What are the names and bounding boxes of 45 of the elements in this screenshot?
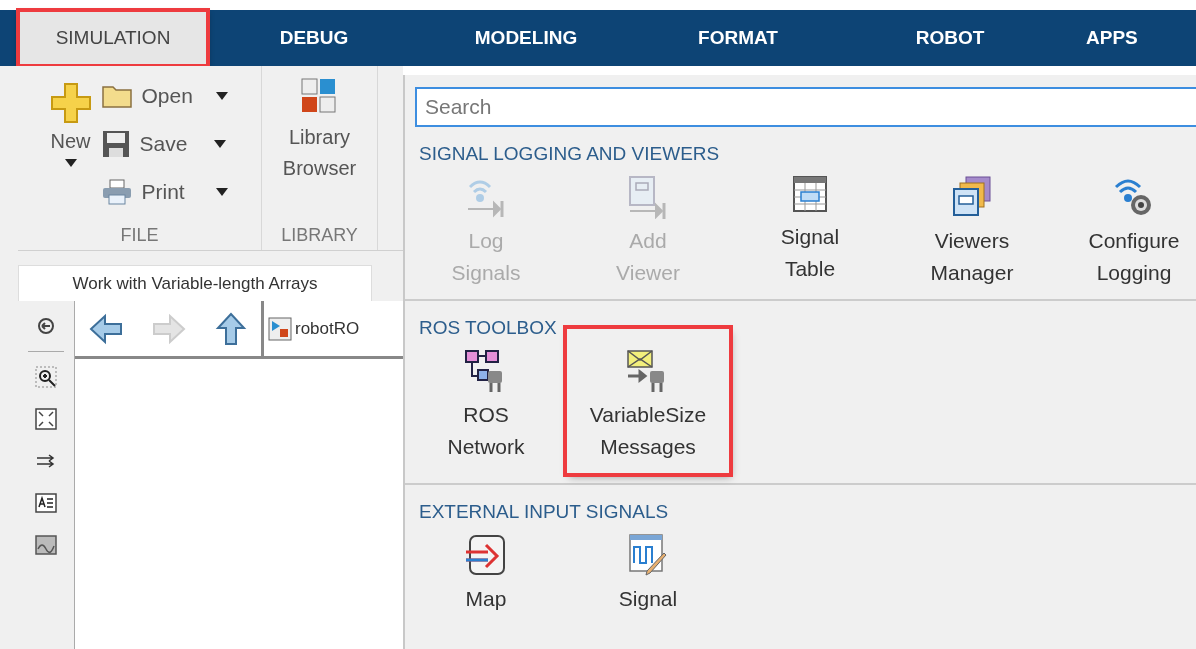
image-icon[interactable] [35,534,57,556]
gallery-item[interactable]: Viewers Manager [891,165,1053,289]
folder-icon [101,84,132,108]
gallery-item[interactable]: Configure Logging [1053,165,1196,289]
gallery-item[interactable]: Map [405,523,567,615]
ribbon-tab[interactable]: APPS [1056,10,1156,66]
search-field[interactable]: Search [415,87,1196,127]
file-action[interactable]: Print [97,170,232,214]
model-icon [268,316,292,341]
printer-icon [101,179,132,205]
section-title: EXTERNAL INPUT SIGNALS [419,501,670,523]
caret-icon [64,159,77,167]
table-icon [792,175,828,215]
new-button[interactable]: New [47,74,94,225]
caret-icon [215,92,228,100]
fit-view-icon[interactable] [35,408,57,430]
ribbon-tab[interactable]: MODELING [420,10,632,66]
zoom-icon[interactable] [35,366,57,388]
ribbon-tab[interactable]: DEBUG [208,10,420,66]
gallery-item[interactable]: VariableSize Messages [567,329,729,473]
gallery-item[interactable]: ROS Network [405,339,567,473]
up-arrow-icon[interactable] [214,311,247,346]
library-grid-icon [301,78,338,114]
file-action[interactable]: Open [97,74,232,118]
section-title: LIBRARY [281,225,358,246]
ribbon-tab[interactable]: SIMULATION [18,10,208,66]
back-circle-icon[interactable] [35,315,57,337]
file-action[interactable]: Save [97,122,232,166]
ribbon-tab[interactable]: FORMAT [632,10,844,66]
ribbon-tab[interactable]: ROBOT [844,10,1056,66]
section-title: FILE [120,225,159,246]
input-arrow-icon [464,533,508,577]
gallery-item[interactable]: Signal Table [729,165,891,289]
caret-icon [215,188,228,196]
section-title: SIGNAL LOGGING AND VIEWERS [419,143,721,165]
caret-icon [213,140,226,148]
library-browser-button[interactable]: Library Browser [276,74,363,225]
back-arrow-icon[interactable] [89,312,124,345]
document-tab[interactable]: Work with Variable-length Arrays [18,265,372,301]
plus-icon [49,82,92,124]
gallery-item[interactable]: Signal [567,523,729,615]
breadcrumb-link[interactable]: robotRO [295,318,360,339]
stacked-windows-icon [950,175,994,219]
section-title: ROS TOOLBOX [419,317,558,339]
text-annotation-icon[interactable] [35,492,57,514]
